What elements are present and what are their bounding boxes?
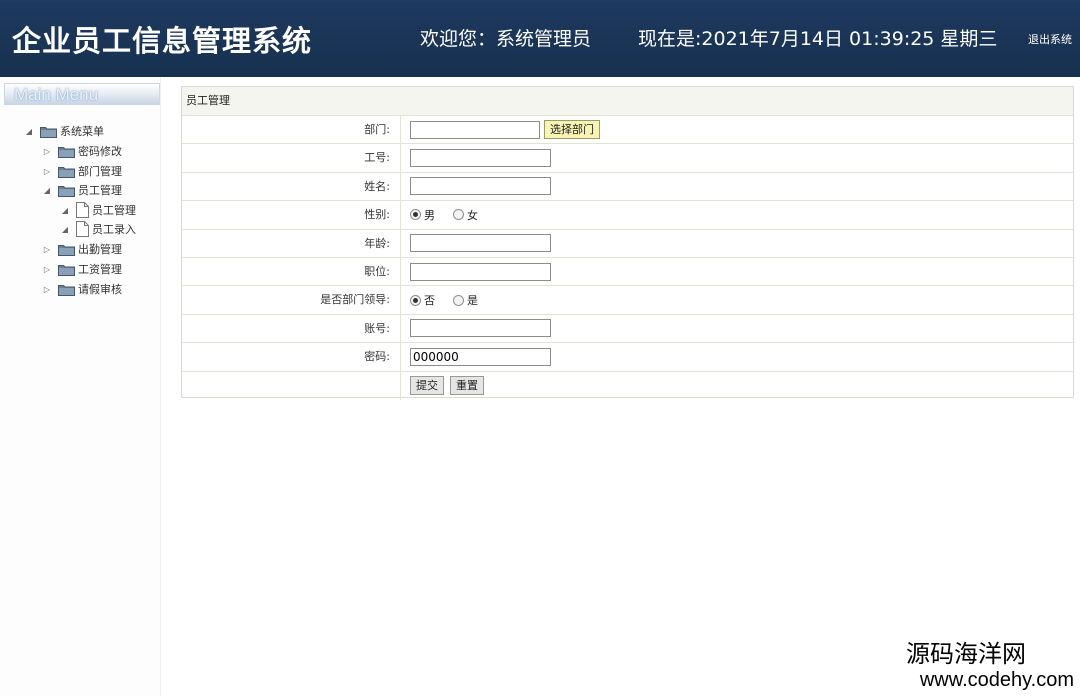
sidebar: Main Menu ◢ 系统菜单 ▷ 密码修改 ▷ 部门管理 ◢ 员工管理 ◢ <box>0 77 161 696</box>
tree-item-leave[interactable]: ▷ 请假审核 <box>42 280 122 298</box>
gender-female-option[interactable]: 女 <box>453 207 478 223</box>
tree-item-attendance[interactable]: ▷ 出勤管理 <box>42 240 122 258</box>
gender-female-label: 女 <box>467 208 478 222</box>
department-input[interactable] <box>410 120 540 139</box>
form-row-leader: 是否部门领导: 否 是 <box>182 286 1073 315</box>
position-input[interactable] <box>410 262 551 281</box>
account-input[interactable] <box>410 319 551 338</box>
form-row-age: 年龄: <box>182 229 1073 258</box>
leaf-arrow-icon: ◢ <box>61 205 69 215</box>
panel-title: 员工管理 <box>182 87 1073 116</box>
form-row-account: 账号: <box>182 314 1073 344</box>
leader-no-label: 否 <box>424 294 435 308</box>
employee-form-panel: 员工管理 部门: 选择部门 工号: 姓名: 性别: 男 女 年龄: 职位: 是否… <box>181 86 1074 400</box>
leader-no-option[interactable]: 否 <box>410 292 435 308</box>
gender-label: 性别: <box>182 201 401 229</box>
select-department-button[interactable]: 选择部门 <box>544 120 600 140</box>
tree-item-label: 部门管理 <box>78 165 122 178</box>
name-input[interactable] <box>410 177 551 196</box>
collapsed-arrow-icon[interactable]: ▷ <box>42 285 52 294</box>
collapsed-arrow-icon[interactable]: ▷ <box>42 245 52 254</box>
tree-item-password[interactable]: ▷ 密码修改 <box>42 142 122 160</box>
position-label: 职位: <box>182 257 401 286</box>
tree-item-employee-manage[interactable]: ◢ 员工管理 <box>60 201 136 219</box>
tree-item-label: 工资管理 <box>78 263 122 276</box>
age-label: 年龄: <box>182 229 401 257</box>
watermark-site-name: 源码海洋网 <box>906 640 1026 668</box>
tree-item-label: 员工管理 <box>92 204 136 217</box>
tree-item-label: 请假审核 <box>78 283 122 296</box>
expanded-arrow-icon[interactable]: ◢ <box>24 127 34 136</box>
top-header: 企业员工信息管理系统 欢迎您：系统管理员 现在是:2021年7月14日 01:3… <box>0 0 1080 77</box>
gender-male-label: 男 <box>424 208 435 222</box>
folder-icon <box>58 283 75 296</box>
folder-icon <box>58 165 75 178</box>
leader-label: 是否部门领导: <box>182 286 401 314</box>
leader-yes-radio[interactable] <box>453 294 464 306</box>
empno-label: 工号: <box>182 144 401 172</box>
tree-item-system-menu[interactable]: ◢ 系统菜单 <box>24 122 104 140</box>
form-row-actions: 提交 重置 <box>182 371 1073 400</box>
tree-item-label: 出勤管理 <box>78 243 122 256</box>
account-label: 账号: <box>182 314 401 343</box>
menu-title: Main Menu <box>14 85 99 104</box>
name-label: 姓名: <box>182 172 401 201</box>
collapsed-arrow-icon[interactable]: ▷ <box>42 167 52 176</box>
password-input[interactable] <box>410 347 551 366</box>
tree-item-department[interactable]: ▷ 部门管理 <box>42 162 122 180</box>
submit-button[interactable]: 提交 <box>410 376 444 396</box>
collapsed-arrow-icon[interactable]: ▷ <box>42 265 52 274</box>
tree-item-label: 系统菜单 <box>60 125 104 138</box>
gender-male-radio[interactable] <box>410 209 421 221</box>
expanded-arrow-icon[interactable]: ◢ <box>42 186 52 195</box>
gender-female-radio[interactable] <box>453 209 464 221</box>
empno-input[interactable] <box>410 149 551 168</box>
file-icon <box>76 221 89 237</box>
folder-icon <box>58 145 75 158</box>
leader-yes-label: 是 <box>467 294 478 308</box>
tree-item-label: 员工录入 <box>92 223 136 236</box>
menu-header: Main Menu <box>4 83 160 105</box>
form-row-position: 职位: <box>182 257 1073 287</box>
tree-item-employee[interactable]: ◢ 员工管理 <box>42 181 122 199</box>
leader-no-radio[interactable] <box>410 294 421 306</box>
tree-item-label: 密码修改 <box>78 145 122 158</box>
folder-icon <box>58 184 75 197</box>
form-row-department: 部门: 选择部门 <box>182 116 1073 145</box>
form-row-name: 姓名: <box>182 172 1073 202</box>
watermark: 源码海洋网 www.codehy.com <box>906 640 1074 692</box>
folder-icon <box>58 263 75 276</box>
tree-item-salary[interactable]: ▷ 工资管理 <box>42 260 122 278</box>
tree-item-label: 员工管理 <box>78 184 122 197</box>
form-row-password: 密码: <box>182 343 1073 372</box>
app-title: 企业员工信息管理系统 <box>12 24 313 58</box>
password-label: 密码: <box>182 343 401 371</box>
leader-yes-option[interactable]: 是 <box>453 292 478 308</box>
department-label: 部门: <box>182 116 401 144</box>
current-datetime: 现在是:2021年7月14日 01:39:25 星期三 <box>638 28 998 50</box>
file-icon <box>76 202 89 218</box>
watermark-url: www.codehy.com <box>919 669 1074 691</box>
actions-label-cell <box>182 371 401 400</box>
form-row-empno: 工号: <box>182 144 1073 173</box>
gender-male-option[interactable]: 男 <box>410 207 435 223</box>
folder-icon <box>58 243 75 256</box>
welcome-text: 欢迎您：系统管理员 <box>420 28 592 50</box>
form-row-gender: 性别: 男 女 <box>182 201 1073 230</box>
logout-link[interactable]: 退出系统 <box>1028 31 1072 47</box>
collapsed-arrow-icon[interactable]: ▷ <box>42 147 52 156</box>
reset-button[interactable]: 重置 <box>450 376 484 396</box>
tree-item-employee-entry[interactable]: ◢ 员工录入 <box>60 220 136 238</box>
folder-icon <box>40 125 57 138</box>
leaf-arrow-icon: ◢ <box>61 224 69 234</box>
age-input[interactable] <box>410 234 551 253</box>
